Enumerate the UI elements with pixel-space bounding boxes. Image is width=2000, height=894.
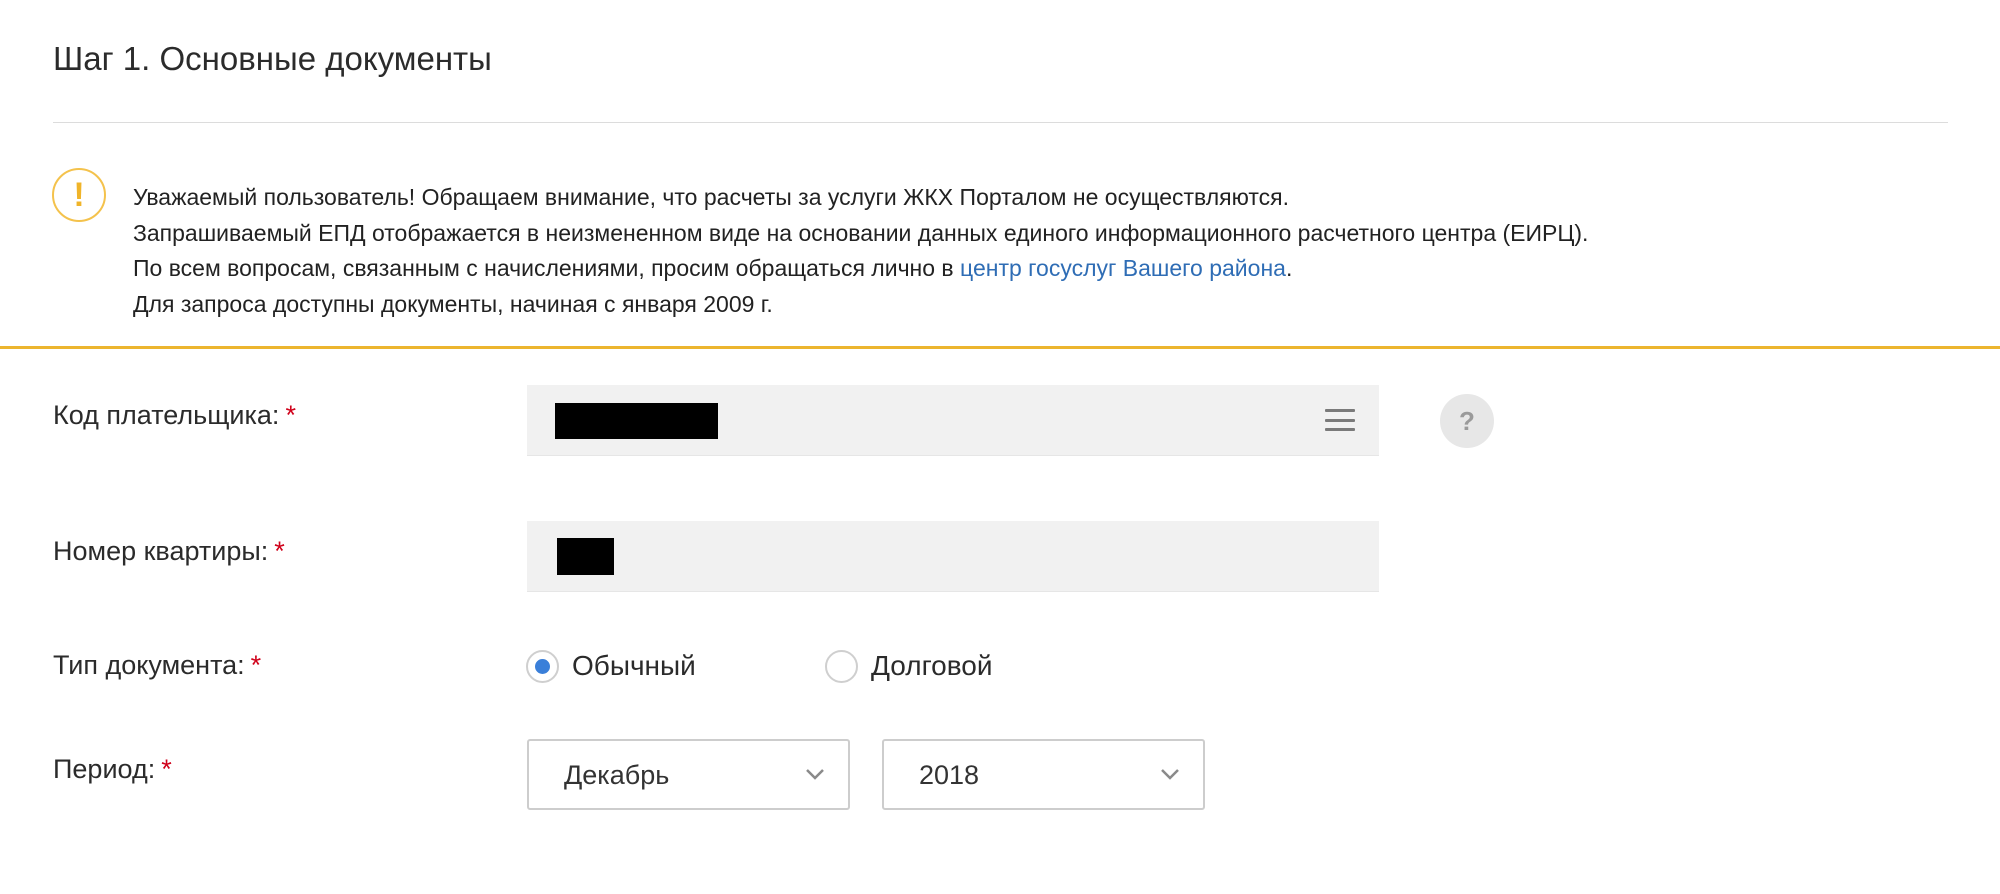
service-center-link[interactable]: центр госуслуг Вашего района [960, 255, 1286, 281]
required-mark: * [250, 650, 262, 680]
required-mark: * [274, 536, 285, 566]
required-mark: * [161, 754, 172, 784]
required-mark: * [285, 400, 296, 430]
period-label: Период: * [53, 754, 172, 784]
list-menu-icon[interactable] [1325, 409, 1355, 431]
notice-divider [0, 346, 2000, 349]
page-title: Шаг 1. Основные документы [53, 40, 492, 77]
redacted-value [557, 538, 614, 575]
notice-line-4: Для запроса доступны документы, начиная … [133, 290, 773, 317]
doc-type-label: Тип документа: * [53, 650, 262, 680]
help-icon[interactable]: ? [1440, 394, 1494, 448]
apartment-input[interactable] [527, 521, 1379, 592]
notice-line-2: Запрашиваемый ЕПД отображается в неизмен… [133, 219, 1589, 246]
payer-code-input[interactable] [527, 385, 1379, 456]
redacted-value [555, 403, 718, 439]
month-select[interactable]: Декабрь [527, 739, 850, 810]
year-select-value: 2018 [919, 760, 980, 790]
year-select[interactable]: 2018 [882, 739, 1205, 810]
radio-regular[interactable]: Обычный [526, 646, 696, 686]
chevron-down-icon [806, 769, 824, 780]
radio-button[interactable] [825, 649, 858, 683]
chevron-down-icon [1161, 769, 1179, 780]
radio-debt[interactable]: Долговой [825, 646, 993, 686]
radio-label: Долговой [871, 650, 993, 681]
radio-label: Обычный [572, 650, 696, 681]
notice-line-3: По всем вопросам, связанным с начисления… [133, 255, 1293, 281]
month-select-value: Декабрь [564, 760, 670, 790]
apartment-label: Номер квартиры: * [53, 536, 285, 566]
notice-line-1: Уважаемый пользователь! Обращаем внимани… [133, 184, 1289, 210]
radio-button-selected[interactable] [526, 649, 559, 683]
title-divider [53, 122, 1948, 123]
notice-message: Уважаемый пользователь! Обращаем внимани… [133, 180, 1588, 322]
warning-icon: ! [52, 168, 106, 222]
payer-code-label: Код плательщика: * [53, 400, 296, 430]
